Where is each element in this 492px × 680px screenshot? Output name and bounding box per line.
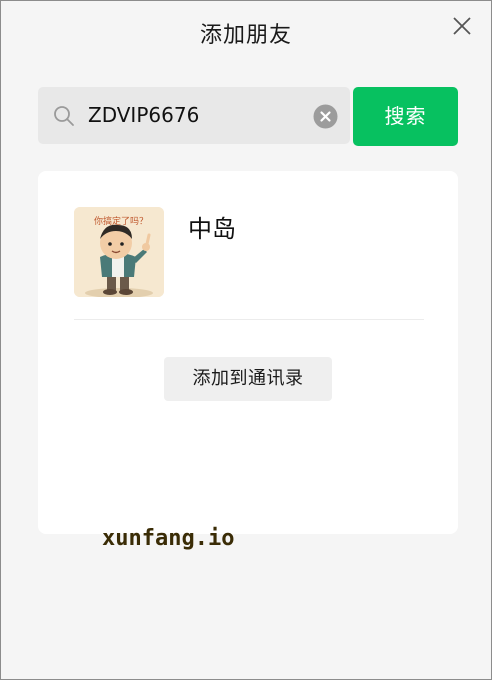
search-icon <box>54 106 74 126</box>
watermark-text: xunfang.io <box>102 526 235 551</box>
avatar-caption: 你搞定了吗？ <box>94 217 149 227</box>
close-button[interactable] <box>451 15 473 37</box>
avatar[interactable]: 你搞定了吗？ <box>74 207 164 297</box>
search-result-card: 你搞定了吗？ 中岛 添加到通讯录 <box>38 171 458 534</box>
search-button[interactable]: 搜索 <box>353 87 458 146</box>
clear-circle-icon <box>313 104 338 129</box>
search-input[interactable] <box>88 100 308 130</box>
divider <box>74 319 424 320</box>
clear-search-button[interactable] <box>313 104 338 129</box>
add-friend-dialog: 添加朋友 搜索 <box>0 0 492 680</box>
search-box <box>38 87 350 144</box>
result-username: 中岛 <box>188 215 236 243</box>
add-to-contacts-button[interactable]: 添加到通讯录 <box>164 357 332 401</box>
close-icon <box>453 17 471 35</box>
dialog-title: 添加朋友 <box>199 23 292 48</box>
